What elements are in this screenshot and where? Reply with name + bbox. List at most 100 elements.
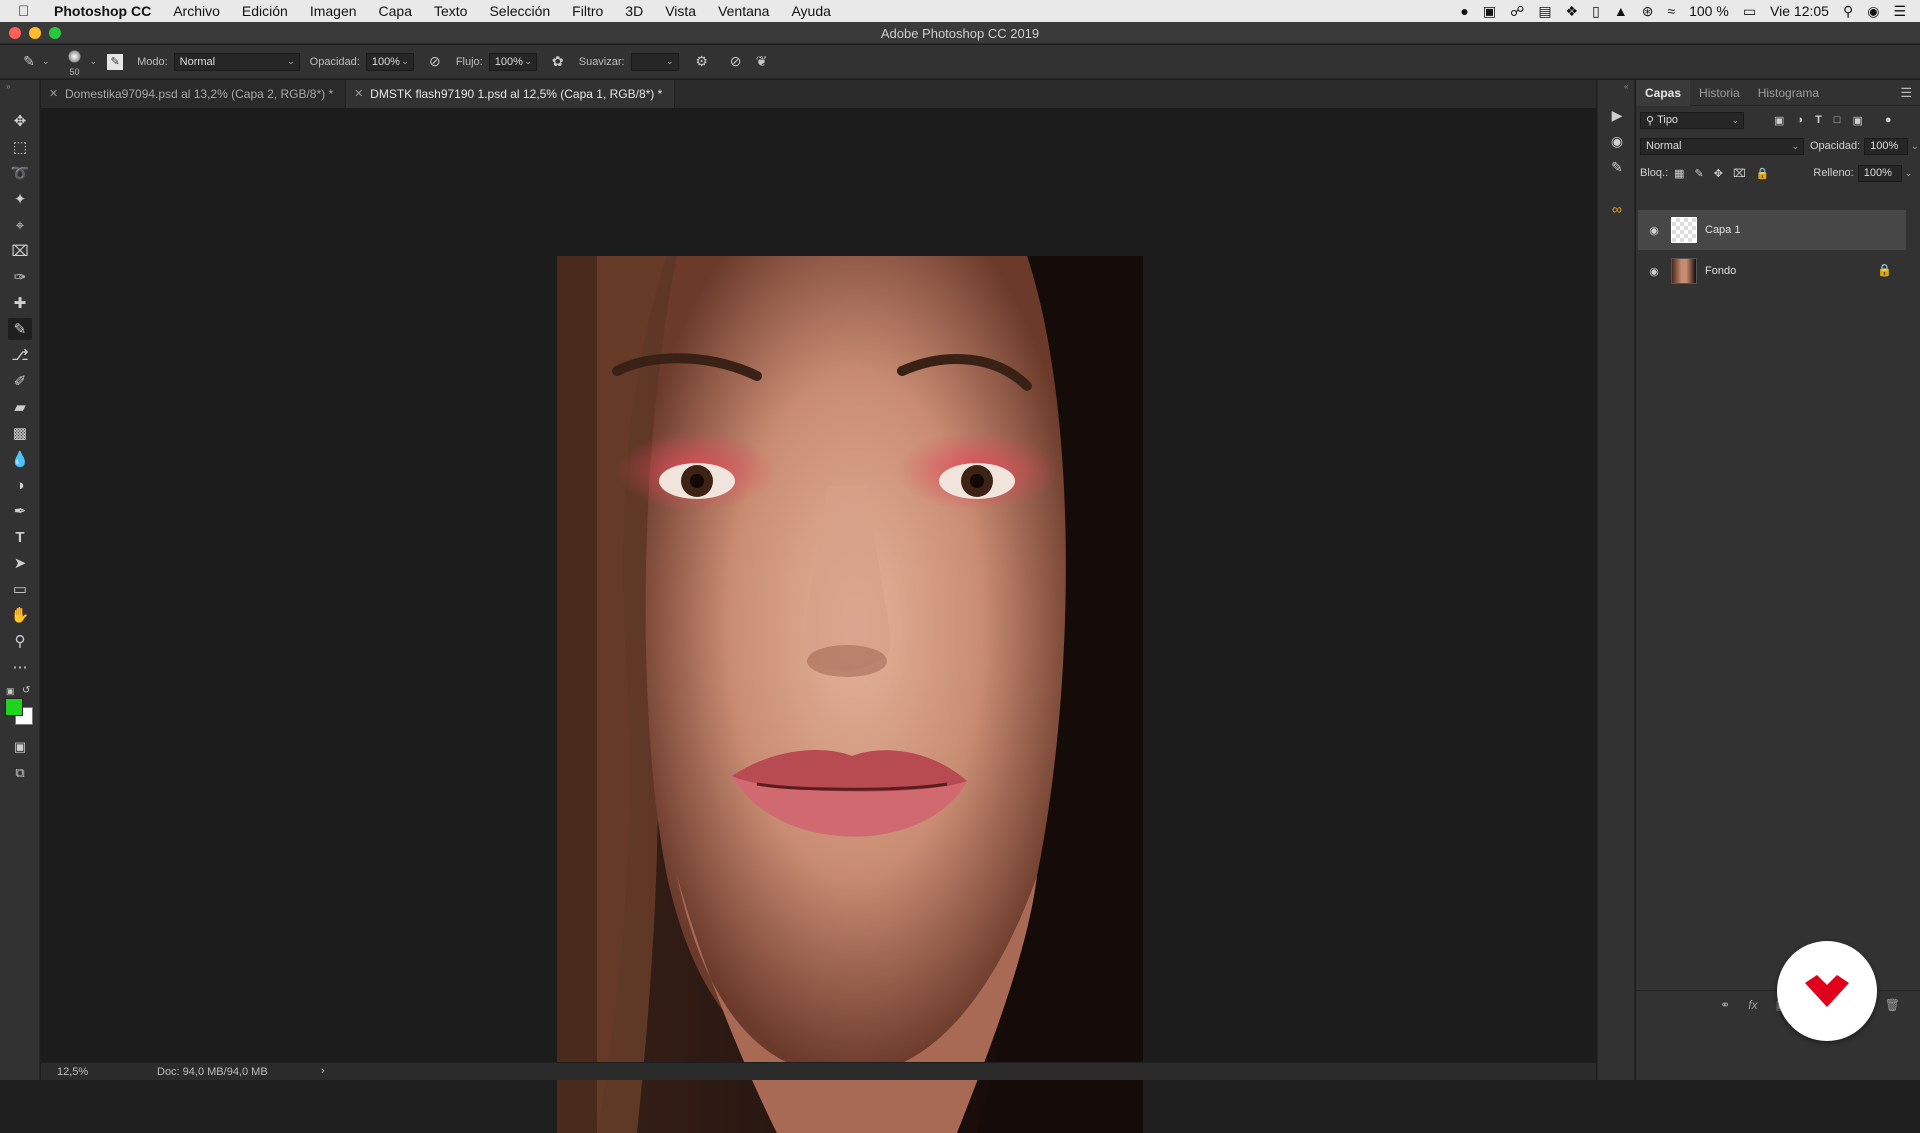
quick-selection-tool-icon[interactable]: ✦: [8, 188, 32, 210]
screen-mode-icon[interactable]: ⧉: [8, 762, 32, 784]
quick-mask-icon[interactable]: ▣: [8, 736, 32, 758]
marquee-tool-icon[interactable]: ⬚: [8, 136, 32, 158]
layer-lock-icon[interactable]: 🔒: [1877, 263, 1892, 277]
notification-center-icon[interactable]: ☰: [1893, 3, 1906, 20]
brush-settings-icon[interactable]: ✎: [1606, 156, 1628, 178]
menu-edicion[interactable]: Edición: [231, 3, 299, 19]
battery-percent[interactable]: 100 %: [1689, 3, 1729, 19]
brush-size-picker[interactable]: 50: [62, 47, 88, 77]
clone-stamp-tool-icon[interactable]: ⎇: [8, 344, 32, 366]
delete-layer-icon[interactable]: 🗑: [1885, 998, 1900, 1012]
layer-opacity-input[interactable]: 100%: [1864, 137, 1909, 155]
siri-icon[interactable]: ◉: [1867, 3, 1879, 20]
app-status-icon[interactable]: ▣: [1483, 3, 1496, 20]
filter-pixel-icon[interactable]: ▣: [1774, 114, 1784, 127]
menu-vista[interactable]: Vista: [654, 3, 707, 19]
menu-capa[interactable]: Capa: [368, 3, 423, 19]
filter-shape-icon[interactable]: □: [1834, 114, 1841, 126]
brush-tool-icon[interactable]: ✎: [8, 318, 32, 340]
creative-cloud-icon[interactable]: ☍: [1510, 3, 1524, 20]
layer-style-fx-icon[interactable]: fx: [1748, 998, 1757, 1012]
gradient-tool-icon[interactable]: ▩: [8, 422, 32, 444]
hand-tool-icon[interactable]: ✋: [8, 604, 32, 626]
filter-toggle-icon[interactable]: ●: [1885, 114, 1892, 126]
layer-name[interactable]: Fondo: [1705, 265, 1736, 277]
foreground-color-swatch[interactable]: [5, 698, 23, 716]
zoom-tool-icon[interactable]: ⚲: [8, 630, 32, 652]
airbrush-icon[interactable]: ✿: [547, 51, 569, 73]
brush-preset-icon[interactable]: ✎: [18, 51, 40, 73]
pen-tool-icon[interactable]: ✒: [8, 500, 32, 522]
panel-menu-icon[interactable]: ☰: [1900, 85, 1912, 101]
close-tab-icon[interactable]: ✕: [49, 87, 58, 100]
opacity-input[interactable]: 100% ⌄: [365, 52, 414, 71]
healing-brush-tool-icon[interactable]: ✚: [8, 292, 32, 314]
symmetry-butterfly-icon[interactable]: ❦: [751, 51, 773, 73]
menu-ayuda[interactable]: Ayuda: [780, 3, 841, 19]
lock-artboard-icon[interactable]: ⌧: [1733, 167, 1746, 180]
frame-tool-icon[interactable]: ⌧: [8, 240, 32, 262]
menu-archivo[interactable]: Archivo: [162, 3, 231, 19]
smoothing-input[interactable]: ⌄: [630, 52, 679, 71]
lock-image-icon[interactable]: ✎: [1695, 167, 1704, 180]
canvas-area[interactable]: [41, 108, 1596, 1133]
link-layers-icon[interactable]: ⚭: [1720, 998, 1730, 1012]
blur-tool-icon[interactable]: 💧: [8, 448, 32, 470]
tab-capas[interactable]: Capas: [1636, 79, 1691, 106]
zoom-level[interactable]: 12,5%: [41, 1066, 101, 1078]
flow-input[interactable]: 100% ⌄: [488, 52, 537, 71]
filter-adjustment-icon[interactable]: ◑: [1796, 114, 1803, 126]
default-colors-icon[interactable]: ▣: [6, 686, 15, 697]
smoothing-gear-icon[interactable]: ⚙: [691, 51, 713, 73]
visibility-eye-icon[interactable]: ◉: [1642, 265, 1666, 278]
move-tool-icon[interactable]: ✥: [8, 110, 32, 132]
visibility-eye-icon[interactable]: ◉: [1642, 224, 1666, 237]
airplay-icon[interactable]: ▲: [1614, 3, 1628, 19]
status-menu-chevron-icon[interactable]: ›: [321, 1065, 325, 1077]
swap-colors-icon[interactable]: ↺: [22, 685, 30, 696]
menu-imagen[interactable]: Imagen: [299, 3, 368, 19]
tab-document-2[interactable]: ✕ DMSTK flash97190 1.psd al 12,5% (Capa …: [346, 80, 676, 108]
lock-all-icon[interactable]: 🔒: [1756, 167, 1770, 180]
blend-mode-select[interactable]: Normal ⌄: [1640, 137, 1804, 155]
document-size[interactable]: Doc: 94,0 MB/94,0 MB: [157, 1066, 268, 1078]
pressure-opacity-icon[interactable]: ⊘: [424, 51, 446, 73]
chevron-down-icon[interactable]: ⌄: [1905, 168, 1913, 179]
clock[interactable]: Vie 12:05: [1770, 3, 1829, 19]
layer-row-capa-1[interactable]: ◉ Capa 1: [1638, 210, 1906, 250]
bluetooth-icon[interactable]: ⊛: [1642, 3, 1654, 20]
dodge-tool-icon[interactable]: ◑: [8, 474, 32, 496]
phone-icon[interactable]: ▯: [1592, 3, 1600, 20]
tab-historia[interactable]: Historia: [1690, 80, 1749, 106]
filter-kind-select[interactable]: ⚲ Tipo ⌄: [1640, 111, 1744, 129]
eraser-tool-icon[interactable]: ▰: [8, 396, 32, 418]
actions-play-icon[interactable]: ▶: [1606, 104, 1628, 126]
wifi-icon[interactable]: ≈: [1667, 3, 1675, 19]
type-tool-icon[interactable]: T: [8, 526, 32, 548]
close-tab-icon[interactable]: ✕: [354, 87, 363, 100]
more-tools-icon[interactable]: ⋯: [8, 656, 32, 678]
path-selection-tool-icon[interactable]: ➤: [8, 552, 32, 574]
canvas-image-portrait[interactable]: [557, 256, 1143, 1133]
preset-dropdown-arrow[interactable]: ⌄: [42, 56, 50, 67]
lasso-tool-icon[interactable]: ➰: [8, 162, 32, 184]
battery-icon[interactable]: ▭: [1743, 3, 1756, 20]
fill-input[interactable]: 100%: [1857, 164, 1902, 182]
menu-seleccion[interactable]: Selección: [478, 3, 561, 19]
rectangle-tool-icon[interactable]: ▭: [8, 578, 32, 600]
pressure-size-icon[interactable]: ⊘: [725, 51, 747, 73]
eyedropper-tool-icon[interactable]: ✑: [8, 266, 32, 288]
menu-ventana[interactable]: Ventana: [707, 3, 780, 19]
history-brush-tool-icon[interactable]: ✐: [8, 370, 32, 392]
tab-histograma[interactable]: Histograma: [1749, 80, 1828, 106]
filter-smart-object-icon[interactable]: ▣: [1852, 114, 1862, 127]
collapse-arrows-icon[interactable]: «: [1624, 82, 1628, 91]
creative-cloud-libraries-icon[interactable]: ∞: [1606, 198, 1628, 220]
layer-name[interactable]: Capa 1: [1705, 224, 1740, 236]
lock-position-icon[interactable]: ✥: [1714, 167, 1723, 180]
tab-document-1[interactable]: ✕ Domestika97094.psd al 13,2% (Capa 2, R…: [41, 80, 347, 108]
display-icon[interactable]: ▤: [1538, 3, 1551, 20]
menu-app-name[interactable]: Photoshop CC: [40, 3, 162, 19]
mode-select[interactable]: Normal ⌄: [173, 52, 300, 71]
layer-row-fondo[interactable]: ◉ Fondo 🔒: [1638, 251, 1906, 291]
